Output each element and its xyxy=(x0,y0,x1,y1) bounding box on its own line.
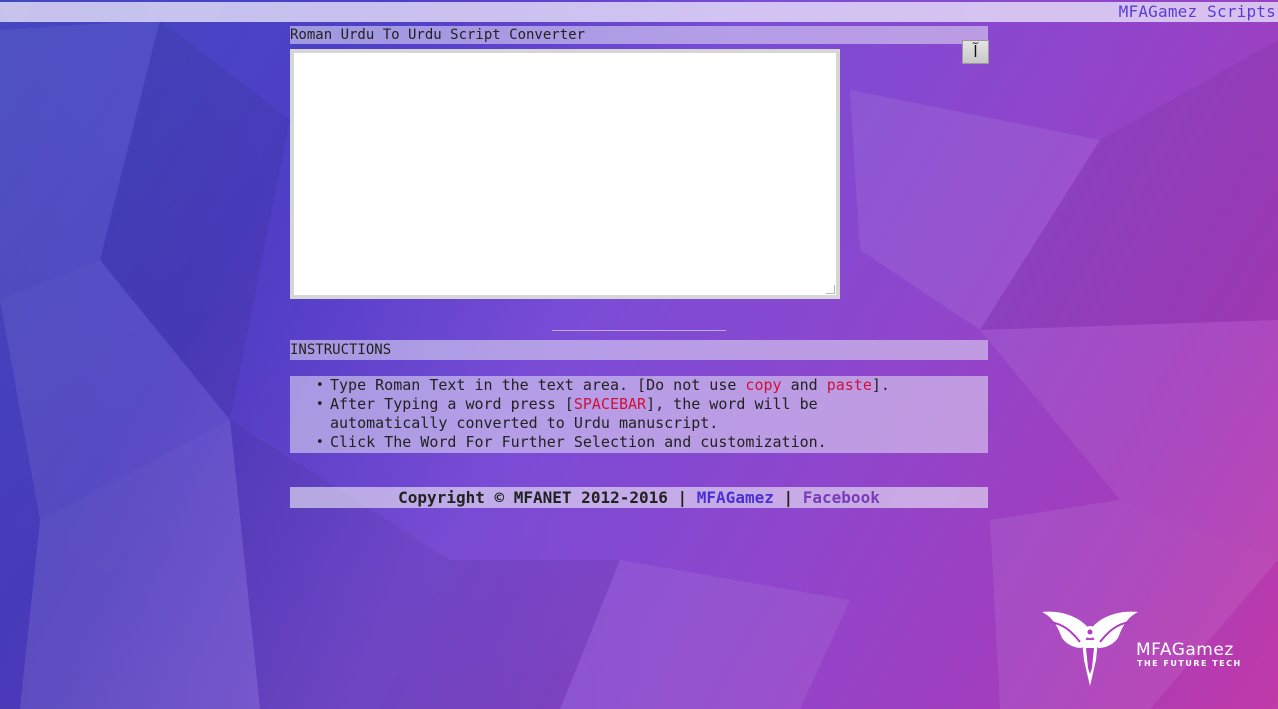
footer-separator: | xyxy=(783,488,794,507)
top-bar: MFAGamez Scripts xyxy=(0,2,1278,22)
urdu-keyboard-button[interactable]: آ xyxy=(962,40,989,64)
logo-wordmark: MFAGamez xyxy=(1136,640,1234,660)
list-item: Click The Word For Further Selection and… xyxy=(316,433,890,452)
brand-link[interactable]: MFAGamez Scripts xyxy=(1119,2,1276,22)
phoenix-icon xyxy=(1042,611,1138,686)
instruction-text: Click The Word For Further Selection and… xyxy=(330,433,827,451)
instruction-text: Type Roman Text in the text area. [Do no… xyxy=(330,376,746,394)
instructions-header: INSTRUCTIONS xyxy=(290,340,988,360)
list-item: Type Roman Text in the text area. [Do no… xyxy=(316,376,890,395)
instruction-text: After Typing a word press [ xyxy=(330,395,574,413)
converter-title-bar: Roman Urdu To Urdu Script Converter xyxy=(290,26,988,44)
converter-title: Roman Urdu To Urdu Script Converter xyxy=(290,27,586,43)
logo-tagline: THE FUTURE TECH xyxy=(1137,659,1242,668)
editor-frame xyxy=(290,49,840,299)
instruction-text: and xyxy=(781,376,827,394)
copyright-text: Copyright © MFANET 2012-2016 | xyxy=(398,488,688,507)
instructions-box: Type Roman Text in the text area. [Do no… xyxy=(290,376,988,453)
highlight-spacebar: SPACEBAR xyxy=(573,395,647,413)
divider xyxy=(552,330,726,331)
text-area[interactable] xyxy=(294,53,836,295)
instructions-list: Type Roman Text in the text area. [Do no… xyxy=(290,376,988,452)
highlight-copy: copy xyxy=(745,376,782,394)
highlight-paste: paste xyxy=(826,376,872,394)
instructions-heading: INSTRUCTIONS xyxy=(290,342,392,358)
instruction-text: ]. xyxy=(871,376,890,394)
mfagamez-logo: MFAGamez THE FUTURE TECH xyxy=(1040,608,1260,690)
resize-grip-icon[interactable] xyxy=(826,285,835,294)
footer: Copyright © MFANET 2012-2016 | MFAGamez … xyxy=(290,487,988,508)
list-item: After Typing a word press [SPACEBAR], th… xyxy=(316,395,890,433)
mfagamez-link[interactable]: MFAGamez xyxy=(697,488,774,507)
facebook-link[interactable]: Facebook xyxy=(803,488,880,507)
